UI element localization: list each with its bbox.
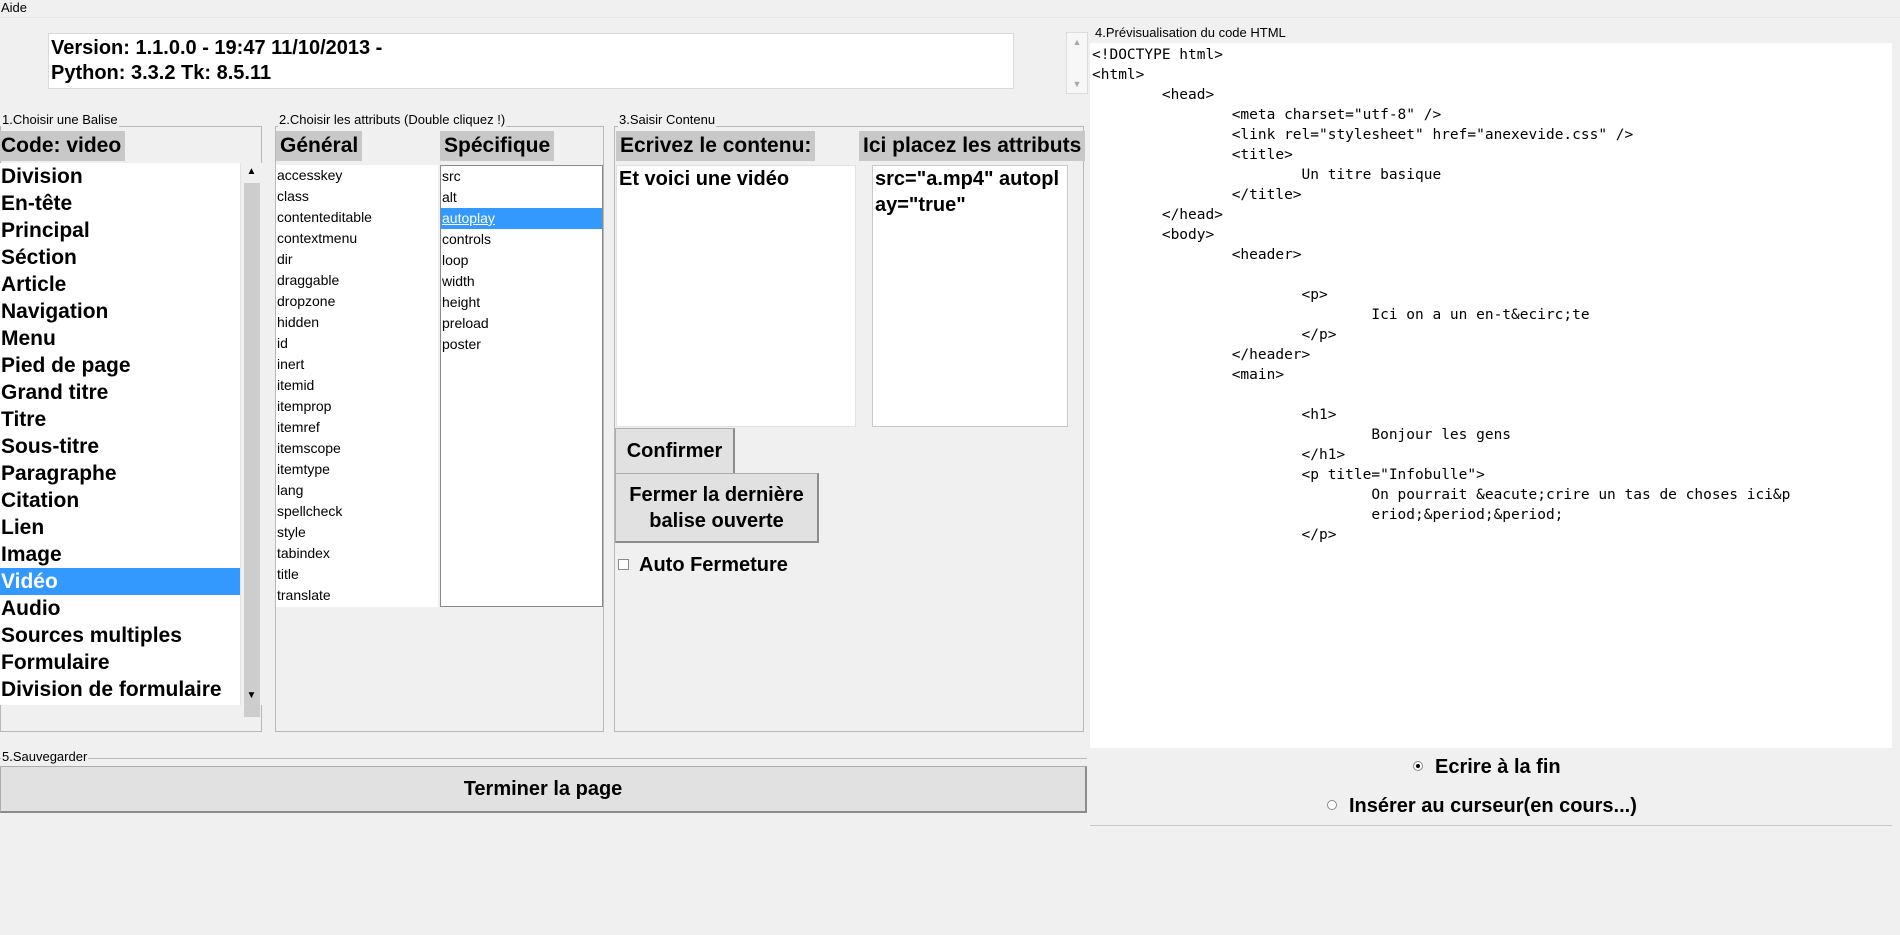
tag-list-item[interactable]: Sous-titre <box>0 433 240 460</box>
specific-attribute-item[interactable]: loop <box>441 250 602 271</box>
general-attribute-item[interactable]: tabindex <box>276 543 438 564</box>
tag-list-item[interactable]: Grand titre <box>0 379 240 406</box>
enter-content-label: 3.Saisir Contenu <box>618 112 717 127</box>
scroll-down-icon[interactable]: ▼ <box>1067 75 1087 93</box>
specific-attributes-listbox[interactable]: src alt autoplay controls loop width height pre… <box>440 165 603 607</box>
scroll-up-icon[interactable]: ▲ <box>1067 33 1087 51</box>
specific-attribute-item[interactable]: height <box>441 292 602 313</box>
attributes-textbox[interactable]: src="a.mp4" autoplay="true" <box>872 165 1068 427</box>
scroll-up-icon[interactable]: ▲ <box>241 163 262 181</box>
version-line: Version: 1.1.0.0 - 19:47 11/10/2013 - <box>51 37 383 59</box>
close-last-tag-label-2: balise ouverte <box>649 510 784 532</box>
auto-close-label: Auto Fermeture <box>639 554 788 576</box>
general-header: Général <box>276 131 363 161</box>
choose-attributes-label: 2.Choisir les attributs (Double cliquez … <box>278 112 507 127</box>
tag-list-item[interactable]: Sources multiples <box>0 622 240 649</box>
tag-list-item[interactable]: Image <box>0 541 240 568</box>
specific-attribute-item[interactable]: preload <box>441 313 602 334</box>
tag-list-item[interactable]: Pied de page <box>0 352 240 379</box>
save-frame <box>0 758 1087 759</box>
tag-list-item[interactable]: En-tête <box>0 190 240 217</box>
tag-list-item[interactable]: Vidéo <box>0 568 240 595</box>
tag-list-item[interactable]: Audio <box>0 595 240 622</box>
general-attribute-item[interactable]: contextmenu <box>276 228 438 249</box>
insert-at-cursor-radio[interactable]: Insérer au curseur(en cours...) <box>1327 794 1637 818</box>
confirm-button[interactable]: Confirmer <box>615 428 735 475</box>
finish-page-button[interactable]: Terminer la page <box>0 766 1087 813</box>
tag-list-item[interactable]: Séction <box>0 244 240 271</box>
general-attributes-listbox[interactable]: accesskey class contenteditable contextmenu… <box>276 165 438 607</box>
tag-listbox[interactable]: Division En-tête Principal Séction Article Na… <box>0 163 240 705</box>
general-attribute-item[interactable]: contenteditable <box>276 207 438 228</box>
tag-list-item[interactable]: Article <box>0 271 240 298</box>
scroll-thumb[interactable] <box>244 183 260 717</box>
general-attribute-item[interactable]: id <box>276 333 438 354</box>
content-header: Ecrivez le contenu: <box>616 131 816 161</box>
save-label: 5.Sauvegarder <box>1 749 89 764</box>
tag-list-item[interactable]: Division de formulaire <box>0 676 240 703</box>
general-attribute-item[interactable]: hidden <box>276 312 438 333</box>
radio-unselected-icon[interactable] <box>1327 799 1337 810</box>
general-attribute-item[interactable]: inert <box>276 354 438 375</box>
tag-list-item[interactable]: Citation <box>0 487 240 514</box>
general-attribute-item[interactable]: style <box>276 522 438 543</box>
general-attribute-item[interactable]: draggable <box>276 270 438 291</box>
tag-list-item[interactable]: Principal <box>0 217 240 244</box>
menu-help[interactable]: Aide <box>1 0 27 15</box>
radio-selected-icon[interactable] <box>1413 760 1423 771</box>
general-attribute-item[interactable]: dropzone <box>276 291 438 312</box>
general-attribute-item[interactable]: itemscope <box>276 438 438 459</box>
version-box[interactable]: Version: 1.1.0.0 - 19:47 11/10/2013 - Py… <box>48 33 1014 89</box>
auto-close-checkbox[interactable]: Auto Fermeture <box>618 553 788 577</box>
general-attribute-item[interactable]: itemprop <box>276 396 438 417</box>
specific-attribute-item[interactable]: controls <box>441 229 602 250</box>
insert-at-cursor-label: Insérer au curseur(en cours...) <box>1349 795 1637 817</box>
checkbox-icon[interactable] <box>618 558 629 570</box>
general-attribute-item[interactable]: itemtype <box>276 459 438 480</box>
attributes-header: Ici placez les attributs <box>859 131 1086 161</box>
specific-attribute-item[interactable]: src <box>441 166 602 187</box>
specific-attribute-item[interactable]: alt <box>441 187 602 208</box>
code-header: Code: video <box>0 131 126 161</box>
write-at-end-radio[interactable]: Ecrire à la fin <box>1413 755 1561 779</box>
general-attribute-item[interactable]: dir <box>276 249 438 270</box>
choose-tag-label: 1.Choisir une Balise <box>1 112 119 127</box>
specific-attribute-item[interactable]: width <box>441 271 602 292</box>
close-last-tag-label-1: Fermer la dernière <box>629 484 804 506</box>
general-attribute-item[interactable]: itemref <box>276 417 438 438</box>
tag-list-scrollbar[interactable]: ▲ ▼ <box>240 163 262 717</box>
version-scrollbar[interactable]: ▲ ▼ <box>1066 32 1088 94</box>
tag-list-item[interactable]: Paragraphe <box>0 460 240 487</box>
general-attribute-item[interactable]: lang <box>276 480 438 501</box>
content-textbox[interactable]: Et voici une vidéo <box>616 165 856 427</box>
html-preview-textbox[interactable]: <!DOCTYPE html> <html> <head> <meta char… <box>1090 43 1892 748</box>
write-at-end-label: Ecrire à la fin <box>1435 756 1561 778</box>
tag-list-item[interactable]: Titre <box>0 406 240 433</box>
tag-list-item[interactable]: Menu <box>0 325 240 352</box>
tag-list-item[interactable]: Formulaire <box>0 649 240 676</box>
specific-header: Spécifique <box>440 131 555 161</box>
specific-attribute-item[interactable]: poster <box>441 334 602 355</box>
general-attribute-item[interactable]: spellcheck <box>276 501 438 522</box>
general-attribute-item[interactable]: itemid <box>276 375 438 396</box>
general-attribute-item[interactable]: translate <box>276 585 438 606</box>
menu-bar: Aide <box>0 0 1900 18</box>
tag-list-item[interactable]: Lien <box>0 514 240 541</box>
preview-scrollbar[interactable] <box>1892 43 1900 826</box>
close-last-tag-button[interactable]: Fermer la dernière balise ouverte <box>615 473 819 543</box>
general-attribute-item[interactable]: title <box>276 564 438 585</box>
specific-attribute-item[interactable]: autoplay <box>441 208 602 229</box>
general-attribute-item[interactable]: accesskey <box>276 165 438 186</box>
general-attribute-item[interactable]: class <box>276 186 438 207</box>
tag-list-item[interactable]: Navigation <box>0 298 240 325</box>
python-version-line: Python: 3.3.2 Tk: 8.5.11 <box>51 62 272 84</box>
tag-list-item[interactable]: Division <box>0 163 240 190</box>
scroll-down-icon[interactable]: ▼ <box>241 687 262 705</box>
html-preview-label: 4.Prévisualisation du code HTML <box>1094 25 1287 40</box>
